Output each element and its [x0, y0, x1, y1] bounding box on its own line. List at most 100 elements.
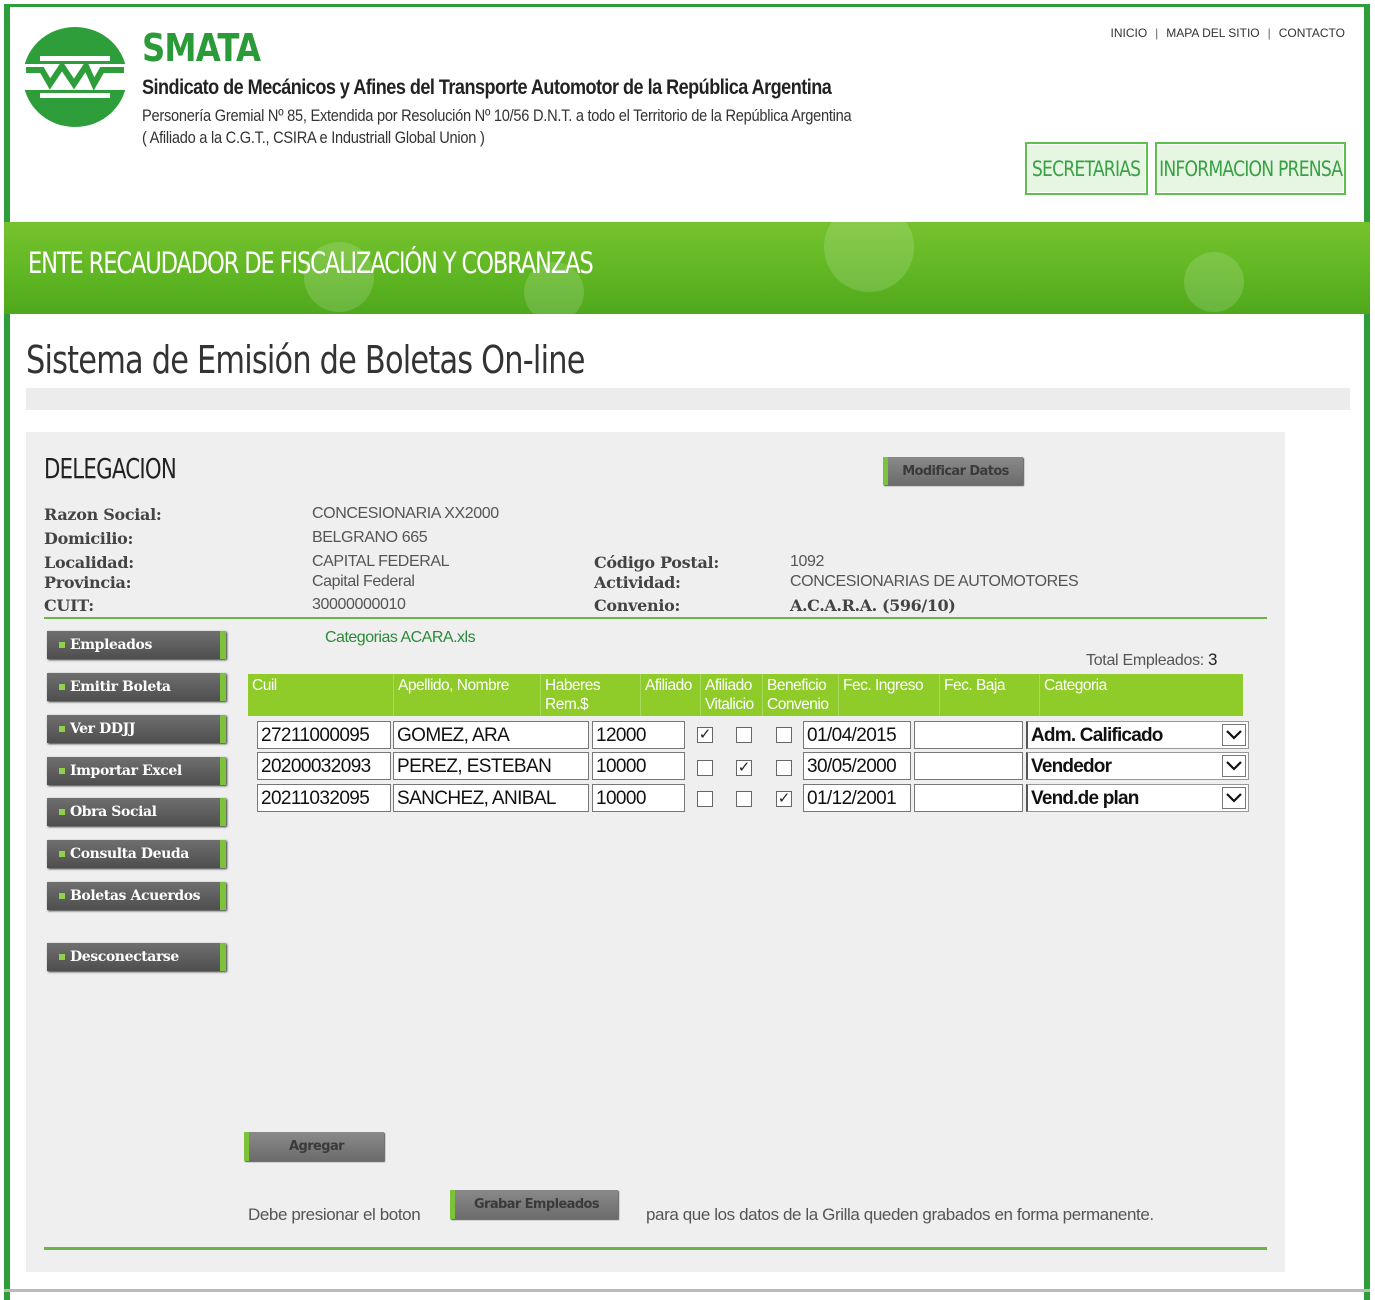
secretarias-button[interactable]: SECRETARIAS — [1025, 142, 1148, 195]
cuit-label: CUIT: — [44, 596, 94, 615]
categorias-xls-link[interactable]: Categorias ACARA.xls — [325, 629, 476, 647]
beneficio-checkbox[interactable] — [776, 760, 792, 776]
haberes-input[interactable]: 12000 — [592, 721, 685, 749]
fec-ingreso-input[interactable]: 01/04/2015 — [803, 721, 911, 749]
col-categoria: Categoria — [1044, 677, 1107, 694]
categoria-select[interactable]: Adm. Calificado — [1026, 721, 1249, 749]
vitalicio-checkbox[interactable] — [736, 791, 752, 807]
actividad-label: Actividad: — [594, 573, 681, 592]
categoria-select[interactable]: Vend.de plan — [1026, 784, 1249, 812]
sidebar-item-label: Desconectarse — [70, 949, 179, 965]
sidebar-item-empleados[interactable]: Empleados — [47, 631, 226, 659]
fec-ingreso-input[interactable]: 30/05/2000 — [803, 752, 911, 780]
grabar-empleados-button[interactable]: Grabar Empleados — [450, 1190, 618, 1219]
cuil-input[interactable]: 27211000095 — [257, 721, 391, 749]
secretarias-label: SECRETARIAS — [1032, 156, 1141, 181]
modificar-datos-label: Modificar Datos — [902, 463, 1009, 479]
brand-name: SMATA — [142, 26, 261, 70]
razon-social-label: Razon Social: — [44, 505, 162, 524]
beneficio-checkbox[interactable] — [776, 727, 792, 743]
categoria-select[interactable]: Vendedor — [1026, 752, 1249, 780]
col-cuil: Cuil — [248, 674, 394, 716]
vitalicio-checkbox[interactable] — [736, 727, 752, 743]
agregar-button[interactable]: Agregar — [244, 1132, 384, 1161]
informacion-prensa-label: INFORMACION PRENSA — [1158, 156, 1343, 181]
sidebar-item-label: Importar Excel — [70, 763, 182, 779]
fec-ingreso-input[interactable]: 01/12/2001 — [803, 784, 911, 812]
afiliado-checkbox[interactable]: ✓ — [697, 727, 713, 743]
fec-baja-input[interactable] — [914, 721, 1023, 749]
bullet-icon — [59, 642, 65, 648]
sidebar-item-label: Boletas Acuerdos — [70, 888, 201, 904]
nombre-input[interactable]: PEREZ, ESTEBAN — [393, 752, 589, 780]
smata-logo — [22, 27, 128, 127]
delegacion-heading: DELEGACION — [44, 452, 177, 485]
domicilio-label: Domicilio: — [44, 529, 134, 548]
fec-baja-input[interactable] — [914, 752, 1023, 780]
haberes-input[interactable]: 10000 — [592, 752, 685, 780]
nav-separator: | — [1155, 26, 1159, 40]
sidebar-item-label: Ver DDJJ — [70, 721, 136, 737]
codigo-postal-value: 1092 — [790, 553, 824, 570]
fec-baja-input[interactable] — [914, 784, 1023, 812]
bullet-icon — [59, 954, 65, 960]
cuil-input[interactable]: 20211032095 — [257, 784, 391, 812]
banner-bubble — [824, 222, 914, 292]
beneficio-checkbox[interactable]: ✓ — [776, 791, 792, 807]
actividad-value: CONCESIONARIAS DE AUTOMOTORES — [790, 573, 1079, 590]
cuil-input[interactable]: 20200032093 — [257, 752, 391, 780]
afiliado-checkbox[interactable] — [697, 760, 713, 776]
total-empleados: Total Empleados: 3 — [1086, 650, 1217, 670]
divider — [44, 1247, 1267, 1250]
top-nav: INICIO | MAPA DEL SITIO | CONTACTO — [1110, 26, 1345, 40]
page-title: Sistema de Emisión de Boletas On-line — [26, 338, 585, 382]
convenio-value: A.C.A.R.A. (596/10) — [790, 596, 956, 615]
total-label: Total Empleados: — [1086, 652, 1204, 669]
razon-social-value: CONCESIONARIA XX2000 — [312, 505, 499, 522]
nav-contacto-link[interactable]: CONTACTO — [1279, 26, 1345, 40]
org-name: Sindicato de Mecánicos y Afines del Tran… — [142, 76, 832, 99]
nombre-input[interactable]: SANCHEZ, ANIBAL — [393, 784, 589, 812]
footer-line — [4, 1289, 1370, 1292]
nav-separator: | — [1267, 26, 1271, 40]
modificar-datos-button[interactable]: Modificar Datos — [883, 457, 1023, 485]
convenio-label: Convenio: — [594, 596, 681, 615]
banner-bubble — [1184, 252, 1244, 312]
chevron-down-icon — [1222, 724, 1246, 746]
save-note-after: para que los datos de la Grilla queden g… — [646, 1205, 1154, 1224]
vitalicio-checkbox[interactable]: ✓ — [736, 760, 752, 776]
categoria-value: Vendedor — [1031, 756, 1112, 777]
divider — [44, 617, 1267, 619]
sidebar-item-importar-excel[interactable]: Importar Excel — [47, 757, 226, 785]
sidebar-item-label: Emitir Boleta — [70, 679, 171, 695]
afiliado-checkbox[interactable] — [697, 791, 713, 807]
categoria-value: Adm. Calificado — [1031, 725, 1163, 746]
provincia-value: Capital Federal — [312, 573, 415, 590]
sidebar-item-boletas-acuerdos[interactable]: Boletas Acuerdos — [47, 882, 226, 910]
sidebar-item-obra-social[interactable]: Obra Social — [47, 798, 226, 826]
bullet-icon — [59, 768, 65, 774]
bullet-icon — [59, 684, 65, 690]
grid-header: Cuil Apellido, Nombre Haberes Rem.$ Afil… — [248, 674, 1243, 716]
chevron-down-icon — [1222, 787, 1246, 809]
nav-mapa-link[interactable]: MAPA DEL SITIO — [1166, 26, 1259, 40]
sidebar-item-emitir-boleta[interactable]: Emitir Boleta — [47, 673, 226, 701]
sidebar-item-ver-ddjj[interactable]: Ver DDJJ — [47, 715, 226, 743]
col-apellido-nombre: Apellido, Nombre — [394, 674, 541, 716]
bullet-icon — [59, 893, 65, 899]
banner-title: ENTE RECAUDADOR DE FISCALIZACIÓN Y COBRA… — [28, 246, 594, 280]
categoria-value: Vend.de plan — [1031, 788, 1139, 809]
personeria-text: Personería Gremial Nº 85, Extendida por … — [142, 106, 852, 125]
sidebar-item-label: Consulta Deuda — [70, 846, 189, 862]
nav-inicio-link[interactable]: INICIO — [1110, 26, 1147, 40]
haberes-input[interactable]: 10000 — [592, 784, 685, 812]
chevron-down-icon — [1222, 755, 1246, 777]
sidebar-item-consulta-deuda[interactable]: Consulta Deuda — [47, 840, 226, 868]
grabar-empleados-label: Grabar Empleados — [473, 1197, 600, 1212]
sidebar-item-desconectarse[interactable]: Desconectarse — [47, 943, 226, 971]
col-afiliado-vitalicio: Afiliado Vitalicio — [701, 674, 763, 716]
nombre-input[interactable]: GOMEZ, ARA — [393, 721, 589, 749]
codigo-postal-label: Código Postal: — [594, 553, 719, 572]
informacion-prensa-button[interactable]: INFORMACION PRENSA — [1155, 142, 1346, 195]
sidebar-item-label: Empleados — [70, 637, 152, 653]
